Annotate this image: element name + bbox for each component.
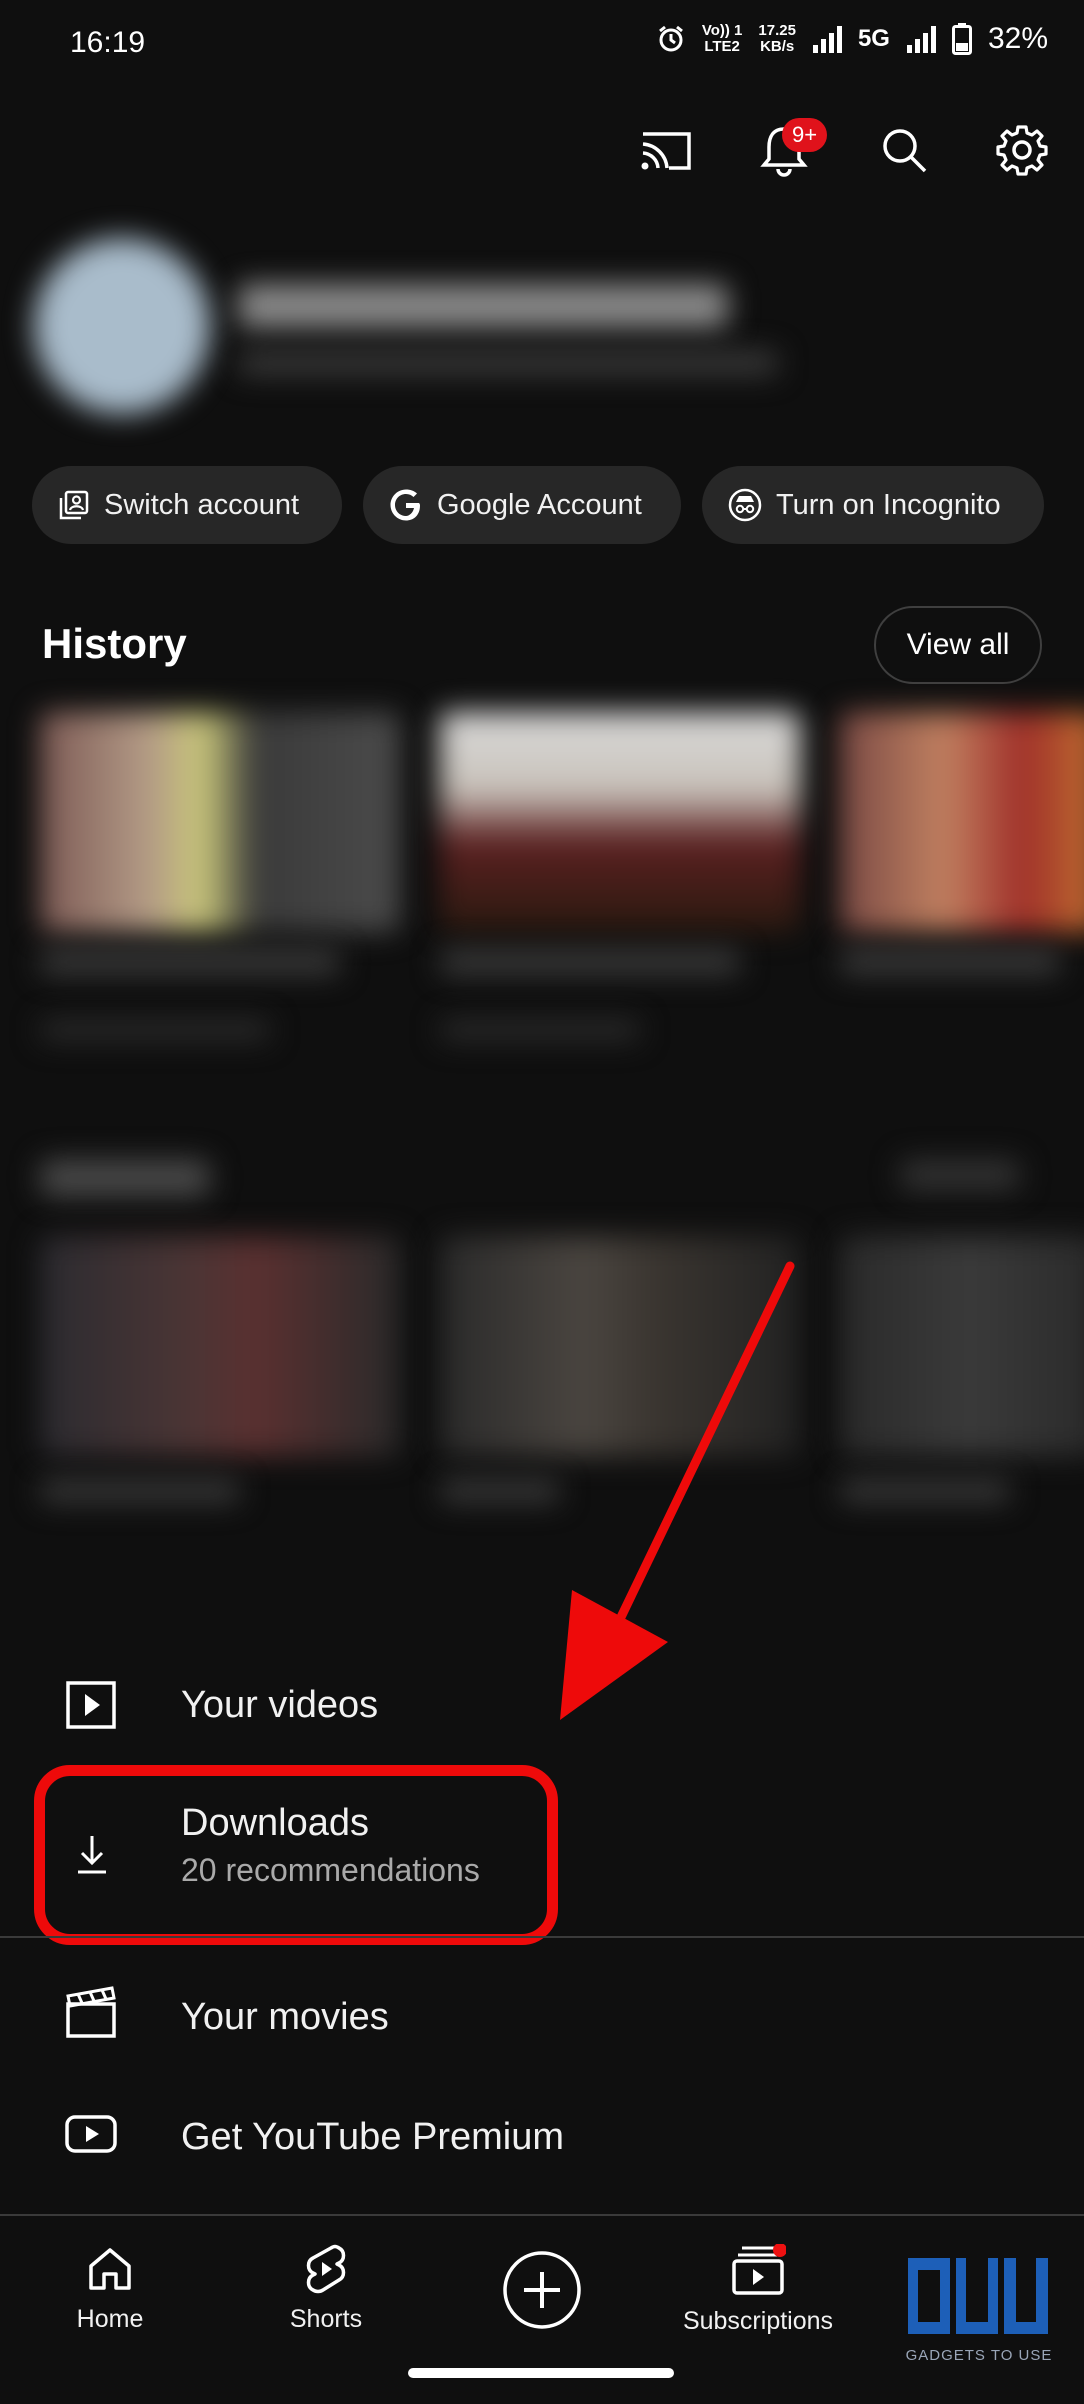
playlists-viewall-blurred xyxy=(900,1160,1020,1190)
your-videos-label: Your videos xyxy=(181,1684,379,1726)
history-title: History xyxy=(42,620,187,667)
status-bar: 16:19 Vo)) 1 LTE2 17.25 KB/s 5G 32% xyxy=(0,0,1084,90)
google-icon xyxy=(390,489,420,521)
clapperboard-icon xyxy=(66,1986,116,2038)
playlist-thumbnail[interactable] xyxy=(840,1236,1084,1456)
nav-subscriptions[interactable]: Subscriptions xyxy=(668,2243,848,2336)
view-all-button[interactable]: View all xyxy=(874,606,1042,684)
signal-icon xyxy=(812,26,842,53)
switch-account-icon xyxy=(59,490,89,520)
battery-percent: 32% xyxy=(987,22,1048,55)
plus-circle-icon xyxy=(503,2251,581,2329)
history-thumbnail[interactable] xyxy=(440,712,800,932)
your-movies-label: Your movies xyxy=(181,1996,389,2038)
gadgets-to-use-logo-icon xyxy=(908,2258,1048,2334)
nav-home[interactable]: Home xyxy=(20,2244,200,2334)
network-volte: Vo)) 1 LTE2 xyxy=(701,22,743,55)
history-text-blurred xyxy=(840,950,1060,974)
status-time: 16:19 xyxy=(70,26,146,59)
youtube-icon xyxy=(65,2115,117,2153)
alarm-icon xyxy=(658,25,683,52)
nav-subscriptions-label: Subscriptions xyxy=(682,2307,834,2335)
status-icons: Vo)) 1 LTE2 17.25 KB/s 5G 32% xyxy=(656,22,1048,56)
your-movies-item[interactable]: Your movies xyxy=(0,1962,1084,2072)
battery-icon xyxy=(951,23,972,55)
shorts-icon xyxy=(306,2244,346,2294)
google-account-label: Google Account xyxy=(437,488,642,521)
premium-item[interactable]: Get YouTube Premium xyxy=(0,2082,1084,2192)
create-button[interactable] xyxy=(502,2250,582,2330)
notifications-button[interactable]: 9+ xyxy=(752,118,828,182)
switch-account-label: Switch account xyxy=(104,488,300,521)
history-thumbnail[interactable] xyxy=(40,712,400,932)
incognito-icon xyxy=(728,488,762,522)
history-text-blurred xyxy=(40,950,340,974)
network-type: 5G xyxy=(857,25,890,52)
history-thumbnail[interactable] xyxy=(840,712,1084,932)
playlist-thumbnail[interactable] xyxy=(40,1236,400,1456)
playlist-text-blurred xyxy=(40,1480,240,1502)
playlists-title-blurred xyxy=(40,1160,210,1196)
gear-icon xyxy=(996,125,1048,176)
playlist-text-blurred xyxy=(840,1480,1010,1502)
watermark-logo: GADGETS TO USE xyxy=(904,2252,1054,2364)
history-text-blurred xyxy=(40,1020,270,1040)
settings-button[interactable] xyxy=(990,118,1054,182)
notification-badge: 9+ xyxy=(782,118,828,152)
subscriptions-icon xyxy=(732,2243,787,2295)
search-button[interactable] xyxy=(872,118,936,182)
premium-label: Get YouTube Premium xyxy=(181,2116,565,2158)
nav-shorts[interactable]: Shorts xyxy=(236,2244,416,2334)
history-text-blurred xyxy=(440,1020,640,1040)
network-speed: 17.25 KB/s xyxy=(758,22,796,55)
search-icon xyxy=(883,129,927,173)
cast-button[interactable] xyxy=(634,118,698,182)
incognito-label: Turn on Incognito xyxy=(776,488,1001,521)
watermark-text: GADGETS TO USE xyxy=(905,2347,1053,2364)
menu-divider xyxy=(0,1936,1084,1938)
downloads-highlight-box xyxy=(34,1765,558,1945)
nav-home-label: Home xyxy=(76,2305,144,2333)
channel-name-blurred xyxy=(238,284,728,328)
history-text-blurred xyxy=(440,950,740,974)
play-square-icon xyxy=(66,1681,116,1729)
channel-handle-blurred xyxy=(238,352,778,374)
your-videos-item[interactable]: Your videos xyxy=(0,1650,1084,1760)
nav-shorts-label: Shorts xyxy=(289,2305,363,2333)
signal-icon-2 xyxy=(906,26,936,53)
home-indicator[interactable] xyxy=(408,2368,674,2378)
avatar[interactable] xyxy=(34,238,210,414)
home-icon xyxy=(89,2248,131,2290)
incognito-chip[interactable]: Turn on Incognito xyxy=(702,466,1044,544)
switch-account-chip[interactable]: Switch account xyxy=(32,466,342,544)
google-account-chip[interactable]: Google Account xyxy=(363,466,681,544)
cast-icon xyxy=(641,132,691,170)
